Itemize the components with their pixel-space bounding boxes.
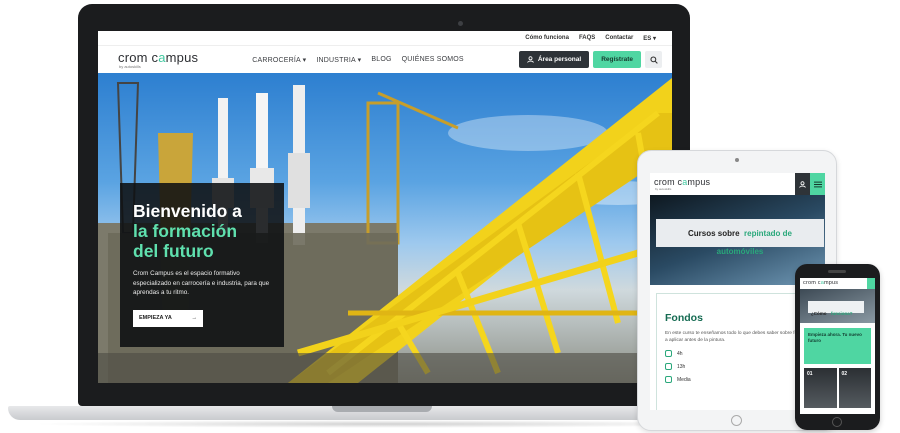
- course-meta-row: Media: [665, 376, 810, 384]
- phone-frame: crom campus ¿Cómo funciona? Empieza ahor…: [795, 264, 880, 430]
- menu-item-blog[interactable]: BLOG: [371, 56, 391, 64]
- course-description: En este curso te enseñamos todo lo que d…: [665, 331, 808, 344]
- phone-cta-block[interactable]: Empieza ahora. Tu nuevo futuro: [804, 328, 871, 364]
- main-menu: CARROCERÍA ▾ INDUSTRIA ▾ BLOG QUIÉNES SO…: [252, 56, 464, 64]
- user-icon: [527, 56, 534, 63]
- tile-number: 02: [841, 371, 848, 377]
- logo-part: mpus: [687, 176, 711, 187]
- logo-part: mpus: [165, 49, 199, 65]
- hero-description: Crom Campus es el espacio formativo espe…: [133, 270, 270, 297]
- how-it-works-link[interactable]: Cómo funciona: [525, 35, 569, 41]
- phone-navbar: crom campus: [800, 278, 875, 289]
- logo-part: crom c: [654, 176, 683, 187]
- laptop-shadow: [30, 420, 740, 428]
- phone-hero-text: ¿Cómo: [811, 311, 827, 316]
- laptop-camera: [458, 21, 463, 26]
- logo-subtitle: by autoskills: [119, 63, 141, 69]
- tablet-logo[interactable]: crom campus by autoskills: [654, 176, 711, 191]
- tablet-navbar: crom campus by autoskills: [650, 173, 825, 195]
- level-icon: [665, 376, 672, 384]
- logo-accent: a: [158, 49, 166, 65]
- tablet-menu-button[interactable]: [810, 173, 825, 195]
- language-selector[interactable]: ES ▾: [643, 35, 656, 42]
- register-label: Regístrate: [601, 56, 633, 63]
- language-value: ES: [643, 35, 652, 42]
- course-meta-row: 13h: [665, 363, 810, 371]
- user-icon: [799, 180, 806, 188]
- phone-screen: crom campus ¿Cómo funciona? Empieza ahor…: [800, 278, 875, 414]
- tablet-home-button[interactable]: [731, 415, 742, 426]
- hero-card: Bienvenido a la formación del futuro Cro…: [120, 183, 284, 347]
- course-meta-value: 13h: [677, 363, 686, 370]
- tablet-hero-text: Cursos sobre: [687, 229, 740, 238]
- course-title: Fondos: [665, 312, 703, 324]
- phone-home-button[interactable]: [832, 417, 842, 427]
- menu-item-industria[interactable]: INDUSTRIA ▾: [316, 56, 361, 64]
- logo-subtitle: by autoskills: [655, 186, 672, 191]
- lessons-icon: [665, 350, 672, 358]
- hero-title-highlight: del futuro: [133, 241, 214, 262]
- phone-hero: ¿Cómo funciona?: [800, 289, 875, 323]
- hero-title-line: Bienvenido a: [133, 201, 242, 221]
- phone-menu-button[interactable]: [867, 278, 875, 289]
- search-button[interactable]: [645, 51, 662, 68]
- logo-part: mpus: [823, 279, 839, 286]
- course-meta-value: Media: [677, 376, 691, 383]
- register-button[interactable]: Regístrate: [593, 51, 641, 68]
- hero-title: Bienvenido a la formación del futuro: [133, 201, 271, 261]
- search-icon: [649, 55, 658, 64]
- logo-wordmark: crom campus: [803, 279, 839, 287]
- course-meta-row: 4h: [665, 350, 810, 358]
- laptop-hinge-notch: [332, 406, 432, 412]
- logo-wordmark: crom campus: [118, 51, 198, 64]
- personal-area-button[interactable]: Área personal: [518, 51, 590, 68]
- phone-tiles: 01 02: [804, 368, 871, 408]
- course-meta-value: 4h: [677, 350, 683, 357]
- tablet-user-button[interactable]: [795, 173, 810, 195]
- hero-title-highlight: la formación: [133, 221, 238, 242]
- phone-speaker: [828, 270, 846, 273]
- phone-hero-highlight: funciona?: [830, 311, 853, 316]
- tile-number: 01: [807, 371, 813, 377]
- clock-icon: [665, 363, 672, 371]
- chevron-down-icon: ▾: [652, 35, 656, 42]
- menu-item-quienes-somos[interactable]: QUIÉNES SOMOS: [402, 56, 464, 64]
- start-now-button[interactable]: EMPIEZA YA →: [133, 309, 203, 327]
- top-utility-bar: Cómo funciona FAQS Contactar ES ▾: [98, 31, 672, 46]
- logo-part: crom c: [803, 279, 821, 286]
- phone-cta-text: Empieza ahora. Tu nuevo futuro: [808, 332, 862, 343]
- personal-area-label: Área personal: [537, 56, 582, 63]
- hero-banner: Bienvenido a la formación del futuro Cro…: [98, 73, 672, 383]
- phone-tile[interactable]: 01: [804, 368, 837, 408]
- arrow-right-icon: →: [191, 315, 198, 322]
- nav-actions: Área personal Regístrate: [518, 51, 662, 68]
- phone-hero-card: ¿Cómo funciona?: [808, 301, 864, 316]
- logo[interactable]: crom campus by autoskills: [118, 51, 198, 69]
- laptop-screen: Cómo funciona FAQS Contactar ES ▾ crom c…: [98, 31, 672, 383]
- menu-item-carroceria[interactable]: CARROCERÍA ▾: [252, 56, 306, 64]
- tablet-hero-card: Cursos sobre repintado de automóviles: [656, 219, 824, 256]
- phone-tile[interactable]: 02: [838, 368, 871, 408]
- contact-link[interactable]: Contactar: [605, 35, 633, 41]
- logo-part: crom c: [118, 49, 159, 65]
- start-now-label: EMPIEZA YA: [139, 315, 172, 322]
- tablet-camera: [735, 158, 739, 162]
- phone-logo[interactable]: crom campus: [803, 279, 839, 287]
- logo-wordmark: crom campus: [654, 176, 711, 187]
- hamburger-icon: [813, 181, 822, 187]
- device-mockup-stage: Cómo funciona FAQS Contactar ES ▾ crom c…: [0, 0, 900, 433]
- faqs-link[interactable]: FAQS: [579, 35, 595, 41]
- main-navbar: crom campus by autoskills CARROCERÍA ▾ I…: [98, 46, 672, 73]
